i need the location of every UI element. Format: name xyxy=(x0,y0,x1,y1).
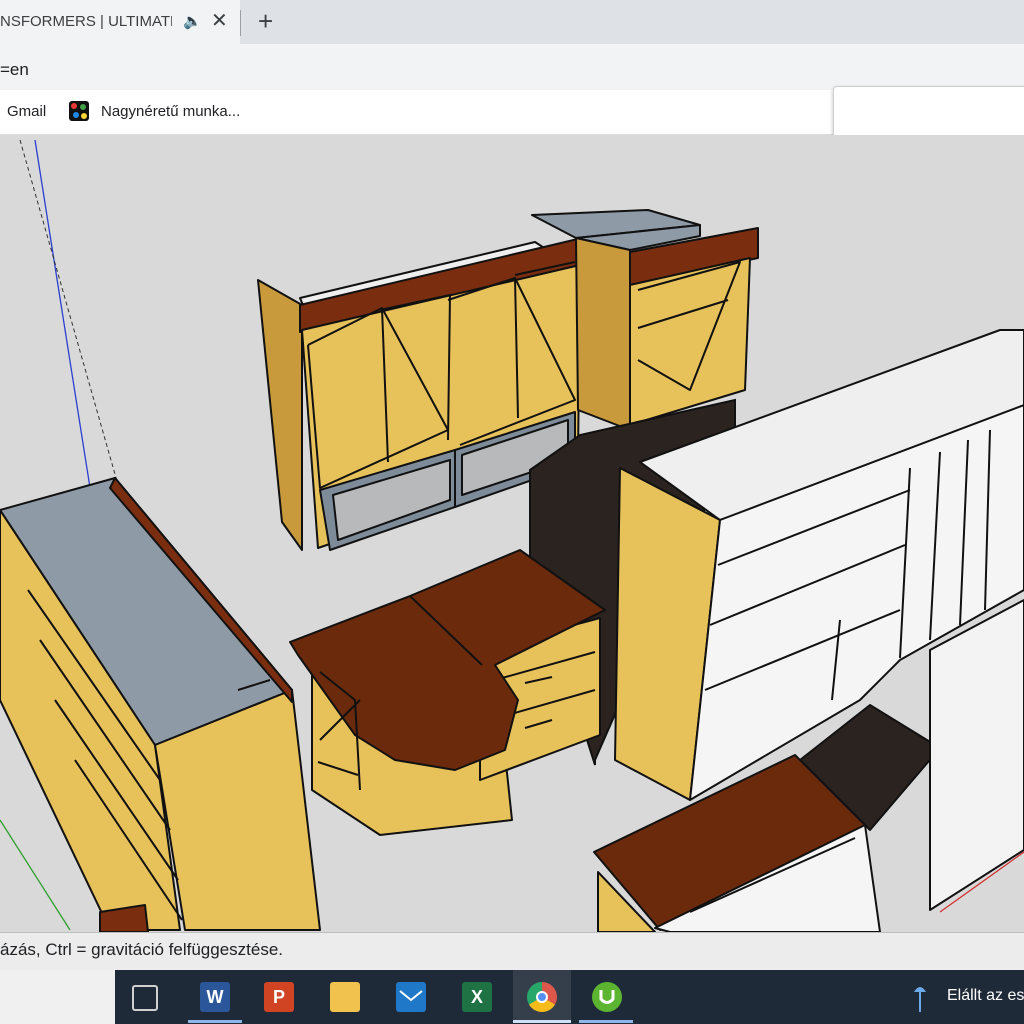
speaker-icon[interactable]: 🔈 xyxy=(183,12,202,30)
weather-notification[interactable]: Elállt az es xyxy=(947,987,1024,1005)
bookmark-gmail[interactable]: Gmail xyxy=(7,103,46,120)
folder-icon[interactable] xyxy=(330,982,360,1012)
new-tab-button[interactable]: + xyxy=(258,6,273,36)
powerpoint-icon[interactable]: P xyxy=(264,982,294,1012)
chrome-active-indicator xyxy=(513,1020,571,1023)
bookmark-site-icon[interactable] xyxy=(69,101,89,121)
desk xyxy=(289,549,606,836)
left-shelving xyxy=(0,477,321,932)
address-bar[interactable] xyxy=(0,44,1024,90)
guide-line xyxy=(19,139,129,521)
task-view-icon[interactable] xyxy=(132,985,158,1011)
word-icon[interactable]: W xyxy=(200,982,230,1012)
utorrent-active-indicator xyxy=(579,1020,633,1023)
chrome-highlight xyxy=(513,970,571,1020)
umbrella-icon[interactable] xyxy=(913,982,927,1016)
3d-viewport[interactable] xyxy=(0,135,1024,932)
word-active-indicator xyxy=(188,1020,242,1023)
url-text[interactable]: =en xyxy=(0,60,29,80)
green-axis xyxy=(0,819,71,931)
status-hint: ázás, Ctrl = gravitáció felfüggesztése. xyxy=(0,940,283,959)
mail-icon[interactable] xyxy=(396,982,426,1012)
furniture-model[interactable] xyxy=(0,135,1024,932)
close-icon[interactable]: ✕ xyxy=(211,10,228,32)
utorrent-icon[interactable] xyxy=(592,982,622,1012)
tab-title[interactable]: NSFORMERS | ULTIMATE xyxy=(0,13,172,30)
bookmark-site[interactable]: Nagynéretű munka... xyxy=(101,103,240,120)
excel-icon[interactable]: X xyxy=(462,982,492,1012)
tab-divider xyxy=(240,10,241,36)
